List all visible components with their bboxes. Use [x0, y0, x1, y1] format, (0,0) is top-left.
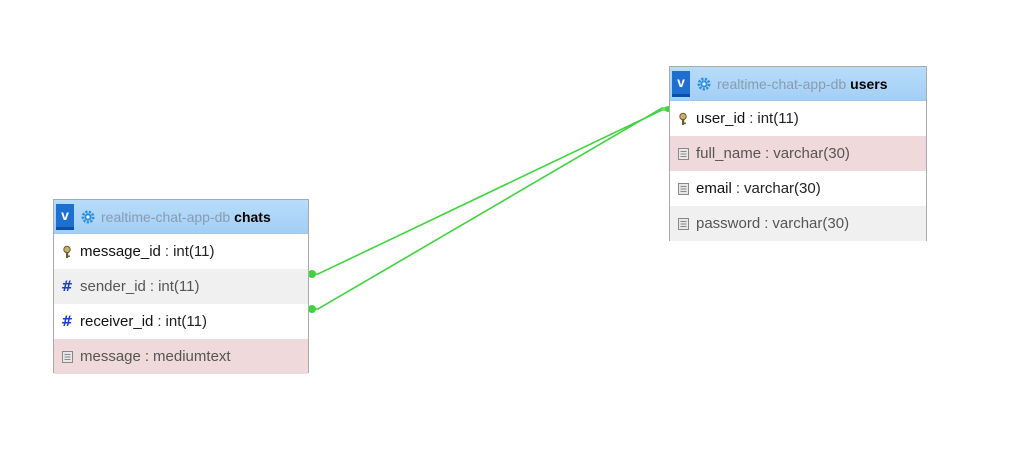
relation-endpoint-receiver-id — [308, 305, 316, 313]
table-name[interactable]: users — [850, 76, 887, 92]
column-name: user_id — [696, 110, 746, 127]
text-field-icon — [60, 350, 74, 364]
gear-icon[interactable] — [696, 76, 712, 92]
text-field-icon — [676, 217, 690, 231]
numeric-hash-icon: # — [61, 313, 73, 330]
primary-key-icon — [676, 112, 690, 126]
table-name[interactable]: chats — [234, 209, 271, 225]
column-row[interactable]: # receiver_id : int(11) — [54, 304, 308, 339]
column-type: int(11) — [158, 278, 200, 295]
relation-line-sender-id[interactable] — [312, 109, 670, 275]
column-type: varchar(30) — [772, 215, 850, 232]
column-type: int(11) — [165, 313, 207, 330]
text-field-icon — [676, 182, 690, 196]
column-row[interactable]: user_id : int(11) — [670, 101, 926, 136]
column-row[interactable]: password : varchar(30) — [670, 206, 926, 241]
column-name: receiver_id — [80, 313, 154, 330]
column-type: int(11) — [173, 243, 215, 260]
column-name: message — [80, 348, 141, 365]
column-separator: : — [735, 180, 741, 197]
column-separator: : — [765, 145, 770, 162]
collapse-toggle-button[interactable]: v — [56, 203, 74, 230]
column-separator: : — [749, 110, 754, 127]
relation-endpoint-sender-id — [308, 270, 316, 278]
column-type: mediumtext — [153, 348, 231, 365]
column-row[interactable]: full_name : varchar(30) — [670, 136, 926, 171]
relation-line-receiver-id[interactable] — [312, 107, 670, 310]
primary-key-icon — [60, 245, 74, 259]
table-header[interactable]: v realtime-chat-app-db chats — [54, 200, 308, 234]
gear-icon[interactable] — [80, 209, 96, 225]
column-row[interactable]: message_id : int(11) — [54, 234, 308, 269]
column-separator: : — [149, 278, 155, 295]
designer-canvas: v realtime-chat-app-db chats message_id … — [0, 0, 1027, 475]
column-row[interactable]: message : mediumtext — [54, 339, 308, 374]
column-separator: : — [144, 348, 150, 365]
text-field-icon — [676, 147, 690, 161]
column-type: varchar(30) — [773, 145, 850, 162]
column-separator: : — [157, 313, 162, 330]
column-name: sender_id — [80, 278, 146, 295]
column-type: varchar(30) — [744, 180, 821, 197]
table-users[interactable]: v realtime-chat-app-db users user_id : i… — [669, 66, 927, 241]
collapse-toggle-button[interactable]: v — [672, 70, 690, 97]
table-header[interactable]: v realtime-chat-app-db users — [670, 67, 926, 101]
numeric-hash-icon: # — [61, 278, 73, 295]
table-chats[interactable]: v realtime-chat-app-db chats message_id … — [53, 199, 309, 374]
column-name: message_id — [80, 243, 161, 260]
database-name: realtime-chat-app-db — [101, 208, 231, 225]
database-name: realtime-chat-app-db — [717, 75, 847, 92]
column-separator: : — [764, 215, 769, 232]
column-separator: : — [164, 243, 170, 260]
column-name: full_name — [696, 145, 762, 162]
column-row[interactable]: # sender_id : int(11) — [54, 269, 308, 304]
column-name: password — [696, 215, 761, 232]
column-type: int(11) — [757, 110, 799, 127]
column-name: email — [696, 180, 732, 197]
column-row[interactable]: email : varchar(30) — [670, 171, 926, 206]
